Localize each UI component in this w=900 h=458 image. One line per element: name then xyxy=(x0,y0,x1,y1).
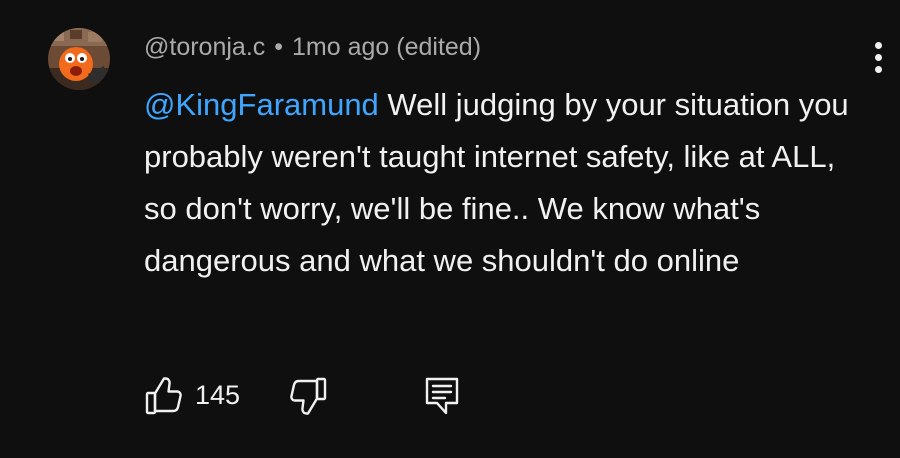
thumbs-up-icon xyxy=(145,377,182,415)
mention-link[interactable]: @KingFaramund xyxy=(144,87,379,122)
reply-button[interactable] xyxy=(422,374,462,418)
avatar-image xyxy=(48,28,110,90)
comment-timestamp[interactable]: 1mo ago (edited) xyxy=(292,33,481,61)
comment-text: @KingFaramund Well judging by your situa… xyxy=(144,79,874,287)
meta-separator: • xyxy=(274,33,284,61)
author-handle[interactable]: @toronja.c xyxy=(144,33,265,61)
comment-thread-item: @toronja.c • 1mo ago (edited) @KingFaramun… xyxy=(0,0,900,458)
comment-header: @toronja.c • 1mo ago (edited) xyxy=(144,30,481,64)
like-count: 145 xyxy=(195,380,241,410)
comment-reply-icon xyxy=(425,377,459,415)
like-button[interactable] xyxy=(144,374,184,418)
thumbs-down-icon xyxy=(290,377,327,415)
avatar[interactable] xyxy=(48,28,110,90)
more-options-button[interactable] xyxy=(864,38,894,78)
dislike-button[interactable] xyxy=(288,374,328,418)
